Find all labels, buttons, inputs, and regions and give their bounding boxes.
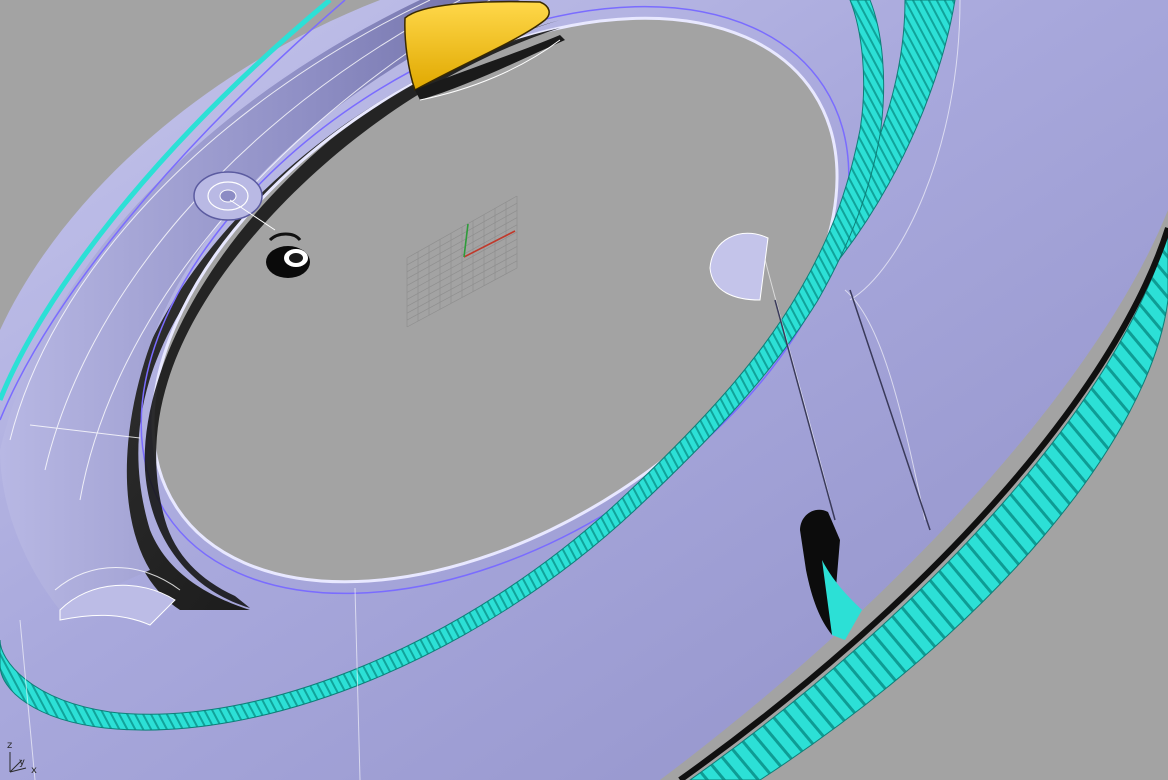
- perspective-viewport[interactable]: z y x: [0, 0, 1168, 780]
- x-axis-label: x: [31, 765, 37, 776]
- z-axis-label: z: [7, 740, 13, 751]
- viewport-canvas[interactable]: [0, 0, 1168, 780]
- y-axis-label: y: [19, 757, 25, 768]
